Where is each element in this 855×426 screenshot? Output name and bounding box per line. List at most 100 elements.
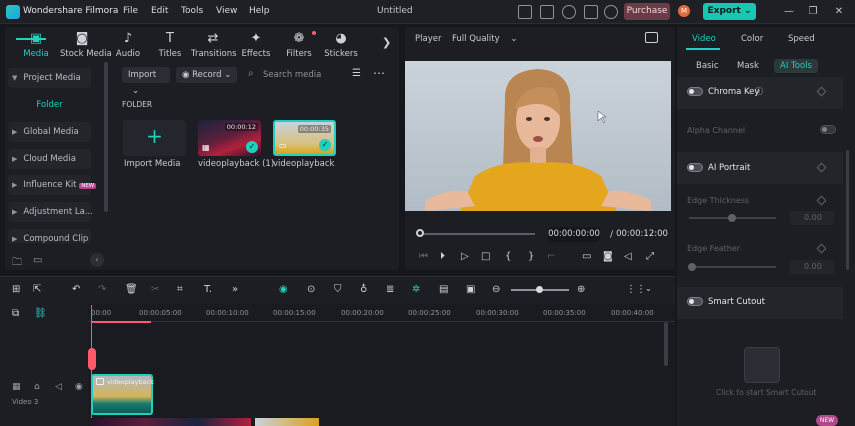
timeline-clip-lower[interactable] (91, 418, 251, 426)
menu-file[interactable]: File (123, 6, 138, 16)
tool-transitions[interactable]: ⇄ Transitions (191, 30, 237, 62)
eye-icon[interactable]: ◉ (75, 382, 83, 392)
sidebar-item-global-media[interactable]: ▶ Global Media (8, 122, 91, 142)
playback-scrubber[interactable] (420, 233, 535, 235)
tab-speed[interactable]: Speed (788, 34, 815, 44)
sidebar-scrollbar[interactable] (104, 62, 108, 212)
zoom-in-icon[interactable]: ⊕ (577, 284, 585, 295)
edge-thickness-handle[interactable] (728, 214, 736, 222)
volume-icon[interactable]: ◁ (624, 251, 632, 262)
split-icon[interactable]: ✂ (151, 284, 159, 295)
tool-effects[interactable]: ✦ Effects (234, 30, 278, 62)
chevron-right-icon[interactable]: ❯ (382, 36, 391, 49)
play-range-icon[interactable]: ⊙ (307, 284, 315, 295)
select-tool-icon[interactable]: ⇱ (33, 284, 41, 295)
edge-feather-handle[interactable] (688, 263, 696, 271)
zoom-out-icon[interactable]: ⊖ (492, 284, 500, 295)
quality-dropdown[interactable]: Full Quality ⌄ (452, 34, 517, 44)
search-input[interactable]: Search media (263, 70, 321, 80)
smart-cutout-hint[interactable]: Click to start Smart Cutout (716, 388, 816, 397)
camera-icon[interactable]: ◙ (603, 251, 613, 262)
filter-icon[interactable]: ☰ (352, 68, 361, 79)
sidebar-item-cloud-media[interactable]: ▶ Cloud Media (8, 149, 91, 169)
subtab-basic[interactable]: Basic (690, 59, 725, 73)
shield-icon[interactable]: ⛉ (334, 284, 342, 295)
fullscreen-icon[interactable]: ⤢ (646, 251, 654, 262)
snap-icon[interactable]: ✲ (412, 284, 420, 295)
track-manager-icon[interactable]: ⧉ (12, 308, 19, 319)
play-frame-icon[interactable]: ⏵ (440, 251, 445, 262)
ai-portrait-toggle[interactable] (687, 163, 703, 172)
alpha-channel-toggle[interactable] (820, 125, 836, 134)
folder-action-icon[interactable]: ▭ (33, 255, 42, 266)
mark-in-icon[interactable]: { (505, 251, 511, 262)
purchase-button[interactable]: Purchase (624, 3, 670, 20)
display-icon[interactable]: ▭ (582, 251, 591, 262)
more-options-icon[interactable]: ⋯ (373, 66, 385, 80)
edge-feather-slider[interactable] (689, 266, 776, 268)
menu-view[interactable]: View (216, 6, 237, 16)
export-button[interactable]: Export ⌄ (703, 3, 756, 20)
chevron-down-icon[interactable]: ⌄ (645, 284, 652, 293)
tab-video[interactable]: Video (692, 34, 716, 44)
smart-cutout-toggle[interactable] (687, 297, 703, 306)
screen-icon[interactable] (540, 5, 554, 19)
close-icon[interactable]: ✕ (832, 5, 846, 19)
step-back-icon[interactable]: ⏮ (419, 251, 428, 262)
media-clip-videoplayback-1[interactable]: 00:00:12 ✓ ▦ (198, 120, 261, 156)
sidebar-folder[interactable]: Folder (8, 96, 91, 114)
timeline-scrollbar[interactable] (664, 322, 668, 366)
sidebar-item-project-media[interactable]: ▼ Project Media (8, 68, 91, 88)
feedback-icon[interactable] (584, 5, 598, 19)
sidebar-item-adjustment-layer[interactable]: ▶ Adjustment La... (8, 202, 93, 222)
layout-grid-icon[interactable]: ⊞ (12, 284, 20, 295)
layout-icon[interactable] (518, 5, 532, 19)
link-icon[interactable]: ⛓ (34, 308, 47, 319)
tool-media[interactable]: ▣ Media (14, 30, 58, 62)
import-dropdown[interactable]: Import ⌄ (122, 67, 170, 96)
menu-edit[interactable]: Edit (151, 6, 168, 16)
sidebar-item-influence-kit[interactable]: ▶ Influence Kit NEW (8, 175, 97, 195)
crop-icon[interactable]: ⌗ (177, 284, 183, 295)
subtab-ai-tools[interactable]: AI Tools (774, 59, 818, 73)
list-icon[interactable]: ≣ (386, 284, 394, 295)
play-icon[interactable]: ▷ (461, 251, 469, 262)
avatar[interactable]: M (678, 5, 690, 17)
record-dropdown[interactable]: ◉ Record ⌄ (176, 67, 237, 83)
help-icon[interactable]: ⓘ (755, 86, 763, 97)
text-icon[interactable]: T. (204, 284, 212, 295)
snapshot-view-icon[interactable] (645, 32, 658, 43)
media-clip-videoplayback[interactable]: 00:00:35 ✓ ▭ (273, 120, 336, 156)
minimize-icon[interactable]: — (782, 5, 796, 19)
tool-stock-media[interactable]: ◙ Stock Media (60, 30, 112, 62)
new-folder-icon[interactable]: 🗀 (12, 255, 22, 272)
menu-tools[interactable]: Tools (181, 6, 203, 16)
mute-icon[interactable]: ◁ (55, 382, 62, 392)
tool-titles[interactable]: T Titles (148, 30, 192, 62)
property-scrollbar[interactable] (846, 150, 849, 270)
mark-out-icon[interactable]: } (528, 251, 534, 262)
subtab-mask[interactable]: Mask (731, 59, 765, 73)
timeline-clip-lower[interactable] (255, 418, 319, 426)
cloud-icon[interactable] (562, 5, 576, 19)
maximize-icon[interactable]: ❐ (806, 5, 820, 19)
undo-icon[interactable]: ↶ (72, 284, 80, 295)
import-media-tile[interactable]: + (123, 120, 186, 156)
stop-icon[interactable]: □ (481, 251, 490, 262)
collapse-sidebar-icon[interactable]: ‹ (90, 253, 104, 267)
smart-cutout-icon[interactable] (744, 347, 780, 383)
ai-tools-icon[interactable]: ◉ (279, 284, 288, 295)
subtitle-icon[interactable]: ▤ (439, 284, 448, 295)
chroma-key-toggle[interactable] (687, 87, 703, 96)
zoom-handle[interactable] (536, 286, 543, 293)
microphone-icon[interactable]: ♁ (360, 284, 367, 295)
edge-feather-value[interactable]: 0.00 (790, 260, 834, 274)
redo-icon[interactable]: ↷ (98, 284, 106, 295)
lock-icon[interactable]: ⌂ (34, 382, 40, 392)
marker-icon[interactable]: ⌐ (547, 251, 555, 262)
playhead-handle[interactable] (88, 348, 96, 370)
notification-icon[interactable] (604, 5, 618, 19)
scrubber-handle[interactable] (416, 229, 424, 237)
sidebar-item-compound-clip[interactable]: ▶ Compound Clip (8, 229, 91, 243)
tool-stickers[interactable]: ◕ Stickers (319, 30, 363, 62)
